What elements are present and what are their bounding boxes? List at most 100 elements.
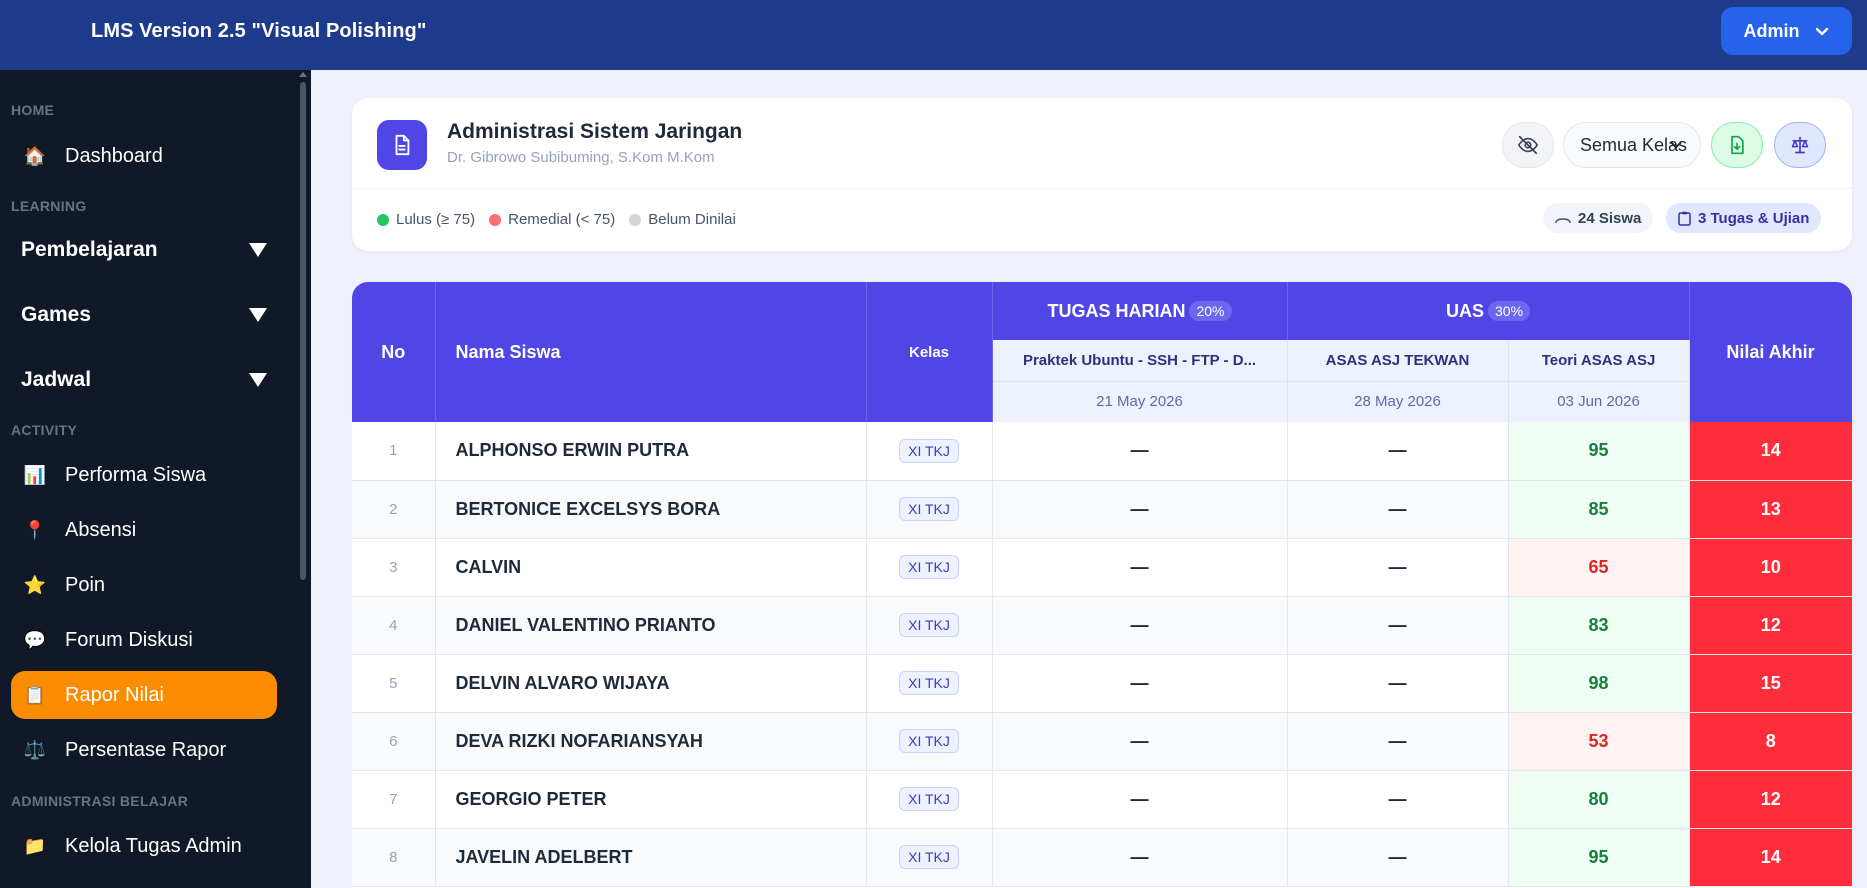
score-assignment-2[interactable]: — — [1287, 422, 1509, 481]
score-assignment-2[interactable]: — — [1287, 538, 1509, 597]
scales-icon: ⚖️ — [23, 739, 47, 760]
score-assignment-3[interactable]: 95 — [1508, 422, 1690, 481]
legend-label: Belum Dinilai — [648, 211, 736, 228]
header-assignment-1[interactable]: Praktek Ubuntu - SSH - FTP - D... — [992, 340, 1288, 382]
score-assignment-3[interactable]: 80 — [1508, 770, 1690, 829]
sidebar-item-label: Absensi — [65, 518, 137, 541]
sidebar-group-games[interactable]: Games — [21, 295, 271, 335]
caret-down-icon — [249, 308, 267, 322]
score-assignment-2[interactable]: — — [1287, 770, 1509, 829]
score-assignment-2[interactable]: — — [1287, 596, 1509, 655]
grade-table-body: 1 ALPHONSO ERWIN PUTRA XI TKJ — —95 14 2 BERTON… — [352, 422, 1852, 887]
export-button[interactable] — [1711, 122, 1763, 168]
legend-pass: Lulus (≥ 75) — [377, 211, 475, 228]
table-row[interactable]: 5 DELVIN ALVARO WIJAYA XI TKJ — —98 15 — [352, 654, 1852, 713]
score-assignment-3[interactable]: 83 — [1508, 596, 1690, 655]
toggle-visibility-button[interactable] — [1502, 122, 1554, 168]
sidebar-item-performa-siswa[interactable]: 📊 Performa Siswa — [11, 451, 277, 499]
section-administrasi-belajar: ADMINISTRASI BELAJAR — [11, 793, 189, 809]
kelas-cell: XI TKJ — [866, 770, 993, 829]
header-group-uas: UAS 30% — [1287, 282, 1690, 340]
admin-menu-button[interactable]: Admin — [1721, 7, 1852, 55]
sidebar-item-persentase-rapor[interactable]: ⚖️ Persentase Rapor — [11, 726, 277, 774]
sidebar-item-kelola-tugas-admin[interactable]: 📁 Kelola Tugas Admin — [11, 822, 277, 870]
row-number: 2 — [352, 480, 436, 539]
table-row[interactable]: 8 JAVELIN ADELBERT XI TKJ — —95 14 — [352, 828, 1852, 887]
score-assignment-1[interactable]: — — [992, 596, 1288, 655]
scrollbar-thumb[interactable] — [300, 82, 306, 580]
table-row[interactable]: 3 CALVIN XI TKJ — —65 10 — [352, 538, 1852, 597]
header-nama-siswa[interactable]: Nama Siswa — [435, 282, 867, 422]
kelas-cell: XI TKJ — [866, 654, 993, 713]
sidebar-group-pembelajaran[interactable]: Pembelajaran — [21, 230, 271, 270]
green-dot-icon — [377, 213, 389, 226]
score-assignment-1[interactable]: — — [992, 480, 1288, 539]
sidebar-item-rapor-nilai[interactable]: 📋 Rapor Nilai — [11, 671, 277, 719]
gray-dot-icon — [629, 213, 642, 226]
student-name: DANIEL VALENTINO PRIANTO — [435, 596, 867, 655]
kelas-cell: XI TKJ — [866, 538, 993, 597]
score-assignment-3[interactable]: 53 — [1508, 712, 1690, 771]
eye-off-icon — [1517, 135, 1539, 155]
header-assignment-2[interactable]: ASAS ASJ TEKWAN — [1287, 340, 1509, 382]
final-score: 8 — [1689, 712, 1852, 771]
table-row[interactable]: 2 BERTONICE EXCELSYS BORA XI TKJ — —85 13 — [352, 480, 1852, 539]
task-count: 3 Tugas & Ujian — [1698, 209, 1810, 227]
score-assignment-2[interactable]: — — [1287, 828, 1509, 887]
star-icon: ⭐ — [23, 574, 47, 595]
header-assignment-3[interactable]: Teori ASAS ASJ — [1508, 340, 1690, 382]
table-row[interactable]: 1 ALPHONSO ERWIN PUTRA XI TKJ — —95 14 — [352, 422, 1852, 481]
score-assignment-3[interactable]: 85 — [1508, 480, 1690, 539]
score-assignment-3[interactable]: 98 — [1508, 654, 1690, 713]
users-icon — [1555, 218, 1571, 224]
header-group-tugas-harian: TUGAS HARIAN 20% — [992, 282, 1288, 340]
score-assignment-2[interactable]: — — [1287, 480, 1509, 539]
weight-badge: 20% — [1189, 300, 1232, 321]
class-filter-select[interactable]: Semua Kelas — [1563, 122, 1701, 168]
sidebar-group-jadwal[interactable]: Jadwal — [21, 360, 271, 400]
weight-settings-button[interactable] — [1774, 122, 1826, 168]
sidebar-item-dashboard[interactable]: 🏠 Dashboard — [11, 132, 277, 180]
row-number: 3 — [352, 538, 436, 597]
score-assignment-2[interactable]: — — [1287, 654, 1509, 713]
scroll-up-arrow-icon[interactable] — [299, 72, 307, 77]
kelas-badge: XI TKJ — [899, 497, 959, 521]
score-assignment-1[interactable]: — — [992, 654, 1288, 713]
score-assignment-1[interactable]: — — [992, 538, 1288, 597]
student-name: DELVIN ALVARO WIJAYA — [435, 654, 867, 713]
sidebar-item-forum-diskusi[interactable]: 💬 Forum Diskusi — [11, 616, 277, 664]
sidebar-item-poin[interactable]: ⭐ Poin — [11, 561, 277, 609]
score-assignment-1[interactable]: — — [992, 422, 1288, 481]
teacher-name: Dr. Gibrowo Subibuming, S.Kom M.Kom — [447, 149, 715, 166]
table-row[interactable]: 4 DANIEL VALENTINO PRIANTO XI TKJ — —83 12 — [352, 596, 1852, 655]
table-row[interactable]: 6 DEVA RIZKI NOFARIANSYAH XI TKJ — —53 8 — [352, 712, 1852, 771]
table-row[interactable]: 7 GEORGIO PETER XI TKJ — —80 12 — [352, 770, 1852, 829]
sidebar-scrollbar[interactable] — [299, 72, 307, 584]
row-number: 8 — [352, 828, 436, 887]
student-name: ALPHONSO ERWIN PUTRA — [435, 422, 867, 481]
assignment-date-2: 28 May 2026 — [1287, 381, 1509, 422]
kelas-cell: XI TKJ — [866, 480, 993, 539]
legend-ungraded: Belum Dinilai — [629, 211, 736, 228]
kelas-badge: XI TKJ — [899, 787, 959, 811]
assignment-date-3: 03 Jun 2026 — [1508, 381, 1690, 422]
score-assignment-2[interactable]: — — [1287, 712, 1509, 771]
score-assignment-1[interactable]: — — [992, 770, 1288, 829]
score-assignment-1[interactable]: — — [992, 828, 1288, 887]
sidebar-item-label: Rapor Nilai — [65, 683, 164, 706]
sidebar-item-absensi[interactable]: 📍 Absensi — [11, 506, 277, 554]
sidebar-item-label: Persentase Rapor — [65, 738, 227, 761]
sidebar-item-label: Kelola Tugas Admin — [65, 834, 242, 857]
final-score: 10 — [1689, 538, 1852, 597]
card-divider — [352, 188, 1852, 189]
score-assignment-1[interactable]: — — [992, 712, 1288, 771]
kelas-badge: XI TKJ — [899, 555, 959, 579]
score-assignment-3[interactable]: 65 — [1508, 538, 1690, 597]
kelas-badge: XI TKJ — [899, 613, 959, 637]
row-number: 5 — [352, 654, 436, 713]
legend-label: Remedial (< 75) — [508, 211, 616, 228]
kelas-cell: XI TKJ — [866, 712, 993, 771]
score-assignment-3[interactable]: 95 — [1508, 828, 1690, 887]
row-number: 7 — [352, 770, 436, 829]
file-download-icon — [1731, 135, 1744, 155]
